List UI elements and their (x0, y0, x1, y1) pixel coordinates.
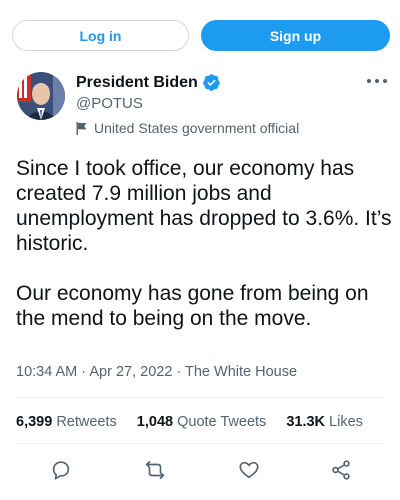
retweet-icon[interactable] (140, 455, 170, 485)
account-label-text: United States government official (94, 120, 300, 136)
author-handle[interactable]: @POTUS (76, 95, 143, 112)
author-name-row: President Biden (76, 73, 221, 92)
likes-count: 31.3K (286, 414, 326, 430)
divider (16, 443, 384, 444)
tweet-meta[interactable]: 10:34 AM · Apr 27, 2022 · The White Hous… (16, 364, 297, 380)
top-bar: Log in Sign up (0, 0, 400, 62)
verified-badge-icon (203, 74, 220, 91)
quotes-label: Quote Tweets (177, 414, 267, 430)
retweets-label: Retweets (56, 414, 117, 430)
quotes-count: 1,048 (136, 414, 174, 430)
likes-stat[interactable]: 31.3K Likes (286, 414, 363, 430)
share-icon[interactable] (326, 455, 356, 485)
more-options-icon[interactable] (367, 73, 387, 89)
login-button[interactable]: Log in (12, 20, 189, 51)
account-label[interactable]: United States government official (76, 120, 299, 136)
retweets-count: 6,399 (16, 414, 53, 430)
avatar[interactable] (17, 72, 65, 120)
divider (16, 397, 384, 398)
quotes-stat[interactable]: 1,048 Quote Tweets (137, 414, 267, 430)
flag-icon (76, 121, 87, 135)
tweet-stats: 6,399 Retweets 1,048 Quote Tweets 31.3K … (16, 414, 383, 430)
author-name[interactable]: President Biden (76, 74, 198, 92)
retweets-stat[interactable]: 6,399 Retweets (16, 414, 117, 430)
tweet-paragraph: Since I took office, our economy has cre… (16, 157, 392, 255)
reply-icon[interactable] (46, 455, 76, 485)
tweet-text: Since I took office, our economy has cre… (16, 156, 394, 331)
likes-label: Likes (329, 414, 363, 430)
like-icon[interactable] (234, 455, 264, 485)
action-bar (0, 455, 400, 485)
signup-button[interactable]: Sign up (201, 20, 390, 51)
tweet-paragraph: Our economy has gone from being on the m… (16, 282, 369, 330)
